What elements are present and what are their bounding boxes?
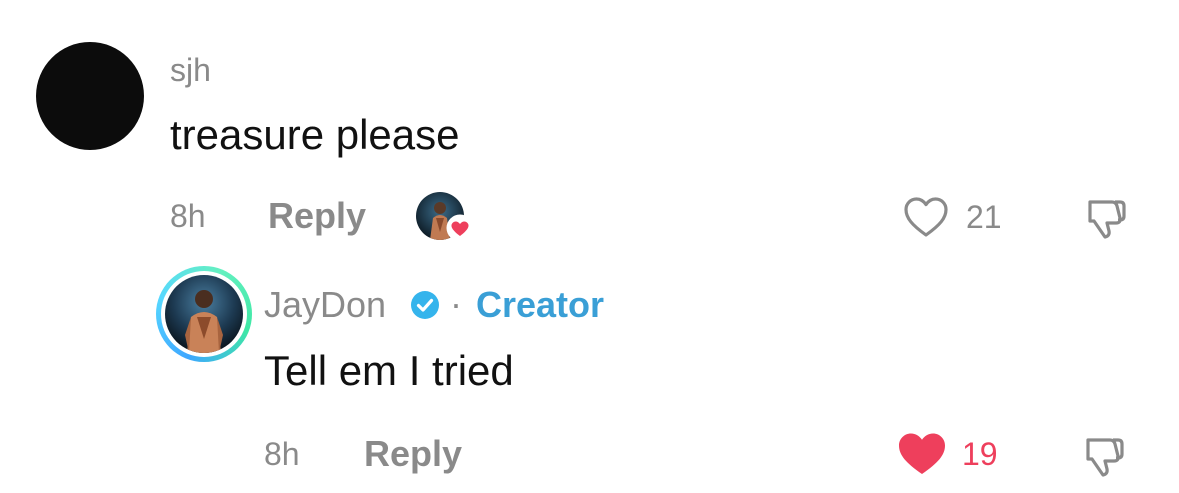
verified-badge-icon bbox=[410, 290, 440, 320]
comment-reply-button[interactable]: Reply bbox=[268, 198, 366, 234]
creator-avatar-photo bbox=[165, 275, 243, 353]
heart-outline-icon bbox=[904, 197, 948, 237]
commenter-avatar[interactable] bbox=[36, 42, 144, 150]
reply-text: Tell em I tried bbox=[264, 347, 514, 394]
reply-reply-button[interactable]: Reply bbox=[364, 436, 462, 472]
thumbs-down-icon bbox=[1086, 438, 1124, 477]
reply-like-count: 19 bbox=[962, 436, 998, 472]
reply-like-button[interactable] bbox=[896, 430, 948, 476]
creator-badge-label: Creator bbox=[476, 284, 605, 325]
comment-timestamp: 8h bbox=[170, 198, 206, 234]
comment-like-button[interactable] bbox=[902, 195, 950, 239]
comment-text: treasure please bbox=[170, 111, 460, 158]
comment-dislike-button[interactable] bbox=[1082, 194, 1130, 242]
comment-like-count: 21 bbox=[966, 199, 1002, 235]
commenter-username[interactable]: sjh bbox=[170, 54, 211, 86]
reply-dislike-button[interactable] bbox=[1080, 432, 1128, 480]
heart-filled-icon bbox=[899, 433, 945, 474]
creator-separator: · bbox=[450, 283, 462, 324]
creator-avatar[interactable] bbox=[156, 266, 252, 362]
thumbs-down-icon bbox=[1088, 200, 1126, 239]
reply-timestamp: 8h bbox=[264, 436, 300, 472]
creator-username[interactable]: JayDon bbox=[264, 287, 386, 323]
creator-liked-heart-icon bbox=[446, 214, 474, 242]
